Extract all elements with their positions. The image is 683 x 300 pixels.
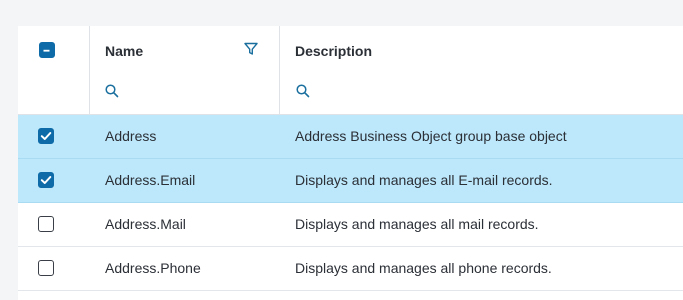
name-cell: Address.Email	[89, 159, 279, 202]
description-cell: Displays and manages all mail records.	[279, 203, 683, 246]
row-description: Displays and manages all phone records.	[295, 260, 552, 276]
filter-icon[interactable]	[243, 41, 259, 57]
table-row[interactable]: Address Address Business Object group ba…	[18, 115, 683, 159]
search-icon[interactable]	[104, 83, 120, 99]
column-title-name: Name	[105, 43, 144, 59]
table-header: Name Description	[18, 26, 683, 115]
row-checkbox[interactable]	[38, 172, 54, 188]
row-description: Displays and manages all mail records.	[295, 216, 539, 232]
table-row[interactable]: Address.Email Displays and manages all E…	[18, 159, 683, 203]
row-select-cell	[18, 247, 89, 290]
row-name: Address.Phone	[105, 260, 201, 276]
row-description: Displays and manages all E-mail records.	[295, 172, 553, 188]
row-checkbox[interactable]	[38, 260, 54, 276]
column-header-name[interactable]: Name	[89, 26, 279, 114]
row-checkbox[interactable]	[38, 216, 54, 232]
description-cell: Displays and manages all phone records.	[279, 247, 683, 290]
row-name: Address	[105, 128, 157, 144]
check-icon	[40, 175, 51, 184]
name-cell: Address.Mail	[89, 203, 279, 246]
column-header-description[interactable]: Description	[279, 26, 683, 114]
select-all-checkbox[interactable]	[39, 42, 55, 58]
row-description: Address Business Object group base objec…	[295, 128, 567, 144]
data-table: Name Description Address Address Busines…	[18, 26, 683, 300]
description-cell: Displays and manages all E-mail records.	[279, 159, 683, 202]
minus-icon	[43, 49, 50, 52]
table-row[interactable]: Address.Phone Displays and manages all p…	[18, 247, 683, 291]
search-icon[interactable]	[295, 83, 311, 99]
table-row[interactable]: Address.Mail Displays and manages all ma…	[18, 203, 683, 247]
row-checkbox[interactable]	[38, 128, 54, 144]
name-cell: Address.Phone	[89, 247, 279, 290]
header-select-cell	[18, 26, 89, 114]
row-name: Address.Mail	[105, 216, 186, 232]
column-title-description: Description	[295, 43, 373, 59]
row-select-cell	[18, 159, 89, 202]
name-cell: Address	[89, 115, 279, 158]
row-select-cell	[18, 115, 89, 158]
description-cell: Address Business Object group base objec…	[279, 115, 683, 158]
check-icon	[40, 131, 51, 140]
row-name: Address.Email	[105, 172, 196, 188]
row-select-cell	[18, 203, 89, 246]
